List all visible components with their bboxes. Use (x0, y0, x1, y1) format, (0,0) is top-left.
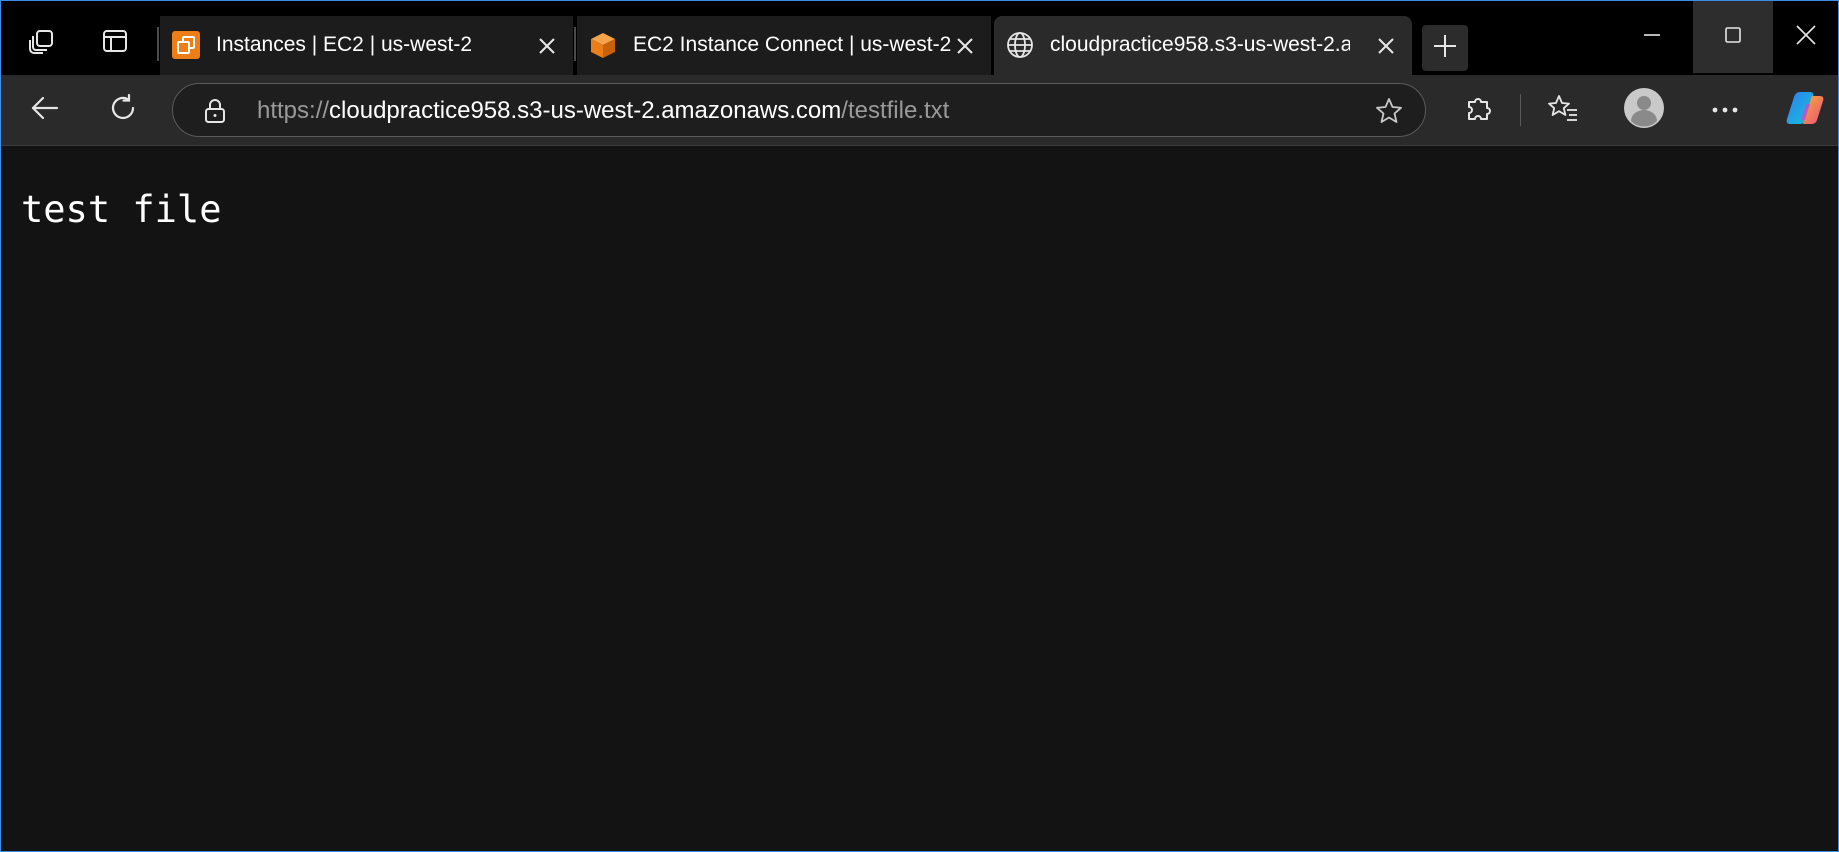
puzzle-icon (1464, 93, 1494, 128)
refresh-button[interactable] (99, 87, 147, 133)
new-tab-button[interactable] (1422, 25, 1468, 71)
copilot-button[interactable] (1782, 87, 1830, 133)
url-scheme: https:// (257, 97, 330, 124)
tab-strip: Instances | EC2 | us-west-2 EC2 Instance… (1, 1, 1838, 75)
favorites-icon (1547, 93, 1579, 128)
close-icon[interactable] (1372, 32, 1400, 60)
tab-title: cloudpractice958.s3-us-west-2.amazonaws.… (1050, 33, 1350, 56)
tab-title: EC2 Instance Connect | us-west-2 (633, 33, 952, 56)
close-window-button[interactable] (1773, 1, 1838, 73)
close-icon[interactable] (533, 32, 561, 60)
profile-button[interactable] (1620, 87, 1668, 133)
minimize-button[interactable] (1612, 1, 1692, 73)
file-contents-text: test file (21, 188, 222, 231)
url-text[interactable]: https://cloudpractice958.s3-us-west-2.am… (257, 97, 949, 125)
plus-icon (1432, 33, 1458, 64)
maximize-button[interactable] (1693, 1, 1773, 73)
workspaces-icon (27, 26, 57, 61)
aws-ec2-icon (172, 31, 200, 59)
favorites-button[interactable] (1539, 87, 1587, 133)
minimize-icon (1642, 25, 1662, 50)
tab-separator (157, 27, 159, 61)
browser-window: Instances | EC2 | us-west-2 EC2 Instance… (0, 0, 1839, 852)
refresh-icon (108, 93, 138, 128)
navigation-toolbar: https://cloudpractice958.s3-us-west-2.am… (1, 75, 1838, 146)
avatar (1624, 87, 1664, 133)
tab-separator (574, 27, 576, 61)
settings-more-button[interactable] (1701, 87, 1749, 133)
tab-ec2-instance-connect[interactable]: EC2 Instance Connect | us-west-2 (577, 16, 991, 75)
back-button[interactable] (21, 87, 69, 133)
workspaces-button[interactable] (20, 21, 64, 65)
tab-actions-icon (101, 27, 129, 60)
tab-s3-testfile[interactable]: cloudpractice958.s3-us-west-2.amazonaws.… (994, 16, 1412, 75)
globe-icon (1006, 31, 1034, 59)
back-arrow-icon (30, 93, 60, 128)
extensions-button[interactable] (1455, 87, 1503, 133)
aws-cube-icon (589, 31, 617, 59)
maximize-icon (1723, 25, 1743, 50)
tab-ec2-instances[interactable]: Instances | EC2 | us-west-2 (160, 16, 573, 75)
url-path: /testfile.txt (841, 97, 950, 124)
favorite-star-icon[interactable] (1373, 95, 1405, 127)
close-window-icon (1795, 24, 1817, 51)
close-icon[interactable] (951, 32, 979, 60)
copilot-icon (1786, 90, 1826, 131)
page-content: test file (1, 146, 1838, 851)
address-bar[interactable]: https://cloudpractice958.s3-us-west-2.am… (172, 83, 1426, 137)
toolbar-divider (1520, 94, 1521, 126)
tab-actions-button[interactable] (93, 21, 137, 65)
more-dots-icon (1711, 101, 1739, 119)
lock-icon[interactable] (201, 97, 229, 125)
url-host: cloudpractice958.s3-us-west-2.amazonaws.… (329, 97, 842, 124)
tab-title: Instances | EC2 | us-west-2 (216, 33, 473, 56)
